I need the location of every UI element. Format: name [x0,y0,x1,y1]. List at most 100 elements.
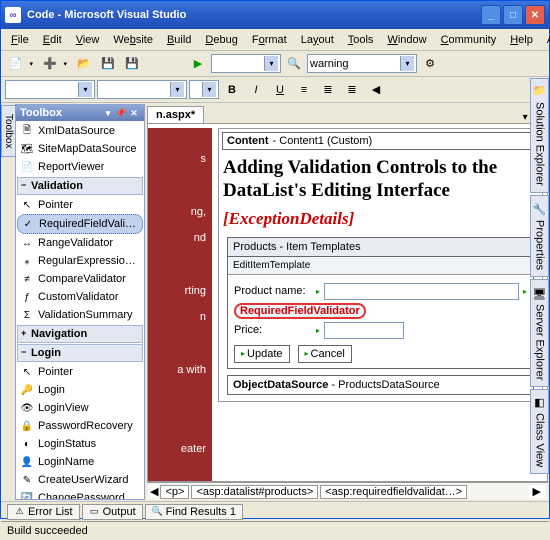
toolbox-item-loginview[interactable]: 👁LoginView [17,399,143,417]
outdent-button[interactable]: ◀ [365,80,387,100]
toolbox-close-icon[interactable]: ✕ [128,107,140,119]
tab-dropdown-icon[interactable]: ▾ [520,112,531,123]
menu-format[interactable]: Format [246,32,293,48]
properties-tab[interactable]: 🔧Properties [530,195,549,277]
minimize-button[interactable]: _ [481,5,501,25]
element-select[interactable]: ▾ [5,80,95,99]
menu-window[interactable]: Window [381,32,432,48]
underline-button[interactable]: U [269,80,291,100]
list2-button[interactable]: ≣ [341,80,363,100]
find-button[interactable]: 🔍 [283,54,305,74]
toolbox-item-requiredfieldvalidator[interactable]: ✓RequiredFieldVali… [17,214,143,234]
edititemtemplate-header: EditItemTemplate [228,257,533,275]
toolbox-tab[interactable]: Toolbox [1,105,16,157]
tag-datalist[interactable]: <asp:datalist#products> [191,485,318,499]
list-button[interactable]: ≣ [317,80,339,100]
menu-build[interactable]: Build [161,32,197,48]
toolbox-item-passwordrecovery[interactable]: 🔒PasswordRecovery [17,417,143,435]
new-project-button[interactable]: 📄▾ [5,54,37,74]
save-all-button[interactable]: 💾 [121,54,143,74]
align-button[interactable]: ≡ [293,80,315,100]
cancel-button[interactable]: ▸Cancel [298,345,352,363]
login-icon: 👁 [20,401,34,415]
toolbox-dropdown-icon[interactable]: ▾ [102,107,114,119]
bold-button[interactable]: B [221,80,243,100]
font-select[interactable]: ▾ [97,80,187,99]
toolbox-item-regexvalidator[interactable]: ⁎RegularExpressio… [17,252,143,270]
pointer-icon: ↖ [20,198,34,212]
find-icon: 🔍 [152,506,163,517]
open-button[interactable]: 📂 [73,54,95,74]
glyph-icon: ▸ [241,349,245,358]
bottom-tabs: ⚠Error List ▭Output 🔍Find Results 1 [1,501,549,521]
menu-view[interactable]: View [70,32,106,48]
toolbox-item-customvalidator[interactable]: ƒCustomValidator [17,288,143,306]
login-icon: ✎ [20,473,34,487]
menu-addins[interactable]: Addins [541,32,550,48]
menu-layout[interactable]: Layout [295,32,340,48]
toolbox-item-comparevalidator[interactable]: ≠CompareValidator [17,270,143,288]
error-list-tab[interactable]: ⚠Error List [7,504,80,520]
toolbox-panel: Toolbox ▾ 📌 ✕ 🗎XmlDataSource 🗺SiteMapDat… [15,104,145,500]
search-input[interactable]: warning▾ [307,54,417,73]
menu-edit[interactable]: Edit [37,32,68,48]
productname-input[interactable] [324,283,519,300]
toolbox-item-login[interactable]: 🔑Login [17,381,143,399]
menu-debug[interactable]: Debug [199,32,243,48]
login-icon: 🔑 [20,383,34,397]
price-input[interactable] [324,322,404,339]
panel-icon: 📁 [533,85,546,98]
tool-icon[interactable]: ⚙ [419,54,441,74]
toolbox-item-rangevalidator[interactable]: ↔RangeValidator [17,234,143,252]
error-icon: ⚠ [14,506,25,517]
content-control[interactable]: Content - Content1 (Custom) Adding Valid… [218,128,543,402]
close-button[interactable]: ✕ [525,5,545,25]
server-explorer-tab[interactable]: 🖥Server Explorer [530,279,549,387]
update-button[interactable]: ▸Update [234,345,290,363]
validator-icon: Σ [20,308,34,322]
toolbox-item-pointer2[interactable]: ↖Pointer [17,363,143,381]
toolbox-item-pointer[interactable]: ↖Pointer [17,196,143,214]
menu-community[interactable]: Community [435,32,503,48]
menu-file[interactable]: File [5,32,35,48]
toolbox-section-login[interactable]: −Login [17,344,143,362]
login-icon: 👤 [20,455,34,469]
design-surface: n.aspx* ▾ ✕ s ng, nd rting n a with eate… [147,104,548,500]
toolbox-section-navigation[interactable]: +Navigation [17,325,143,343]
size-select[interactable]: ▾ [189,80,219,99]
requiredfieldvalidator-control[interactable]: RequiredFieldValidator [234,303,366,319]
document-tab[interactable]: n.aspx* [147,106,204,123]
toolbox-item-loginstatus[interactable]: ◐LoginStatus [17,435,143,453]
standard-toolbar: 📄▾ ➕▾ 📂 💾 💾 ▶ ▾ 🔍 warning▾ ⚙ [1,51,549,77]
objectdatasource-control[interactable]: ObjectDataSource - ProductsDataSource [227,375,534,395]
config-select[interactable]: ▾ [211,54,281,73]
save-button[interactable]: 💾 [97,54,119,74]
add-item-button[interactable]: ➕▾ [39,54,71,74]
toolbox-item-changepassword[interactable]: 🔄ChangePassword [17,489,143,499]
menu-help[interactable]: Help [504,32,539,48]
toolbox-item-createuserwizard[interactable]: ✎CreateUserWizard [17,471,143,489]
menu-website[interactable]: Website [107,32,159,48]
toolbox-item-loginname[interactable]: 👤LoginName [17,453,143,471]
italic-button[interactable]: I [245,80,267,100]
window-title: Code - Microsoft Visual Studio [27,9,481,21]
toolbox-item-validationsummary[interactable]: ΣValidationSummary [17,306,143,324]
panel-icon: 🖥 [533,286,546,300]
find-results-tab[interactable]: 🔍Find Results 1 [145,504,243,520]
tag-rfv[interactable]: <asp:requiredfieldvalidat…> [320,485,467,499]
toolbox-item-xmldatasource[interactable]: 🗎XmlDataSource [17,122,143,140]
output-tab[interactable]: ▭Output [82,504,143,520]
datalist-control[interactable]: Products - Item Templates EditItemTempla… [227,237,534,369]
run-button[interactable]: ▶ [187,54,209,74]
menu-tools[interactable]: Tools [342,32,380,48]
class-view-tab[interactable]: ◧Class View [530,389,549,474]
solution-explorer-tab[interactable]: 📁Solution Explorer [530,78,549,193]
maximize-button[interactable]: □ [503,5,523,25]
tag-p[interactable]: <p> [160,485,189,499]
toolbox-section-validation[interactable]: −Validation [17,177,143,195]
toolbox-item-reportviewer[interactable]: 📄ReportViewer [17,158,143,176]
title-bar: ∞ Code - Microsoft Visual Studio _ □ ✕ [1,1,549,29]
toolbox-item-sitemapdatasource[interactable]: 🗺SiteMapDataSource [17,140,143,158]
toolbox-pin-icon[interactable]: 📌 [115,107,127,119]
smart-tag[interactable]: Content - Content1 (Custom) [222,132,539,150]
